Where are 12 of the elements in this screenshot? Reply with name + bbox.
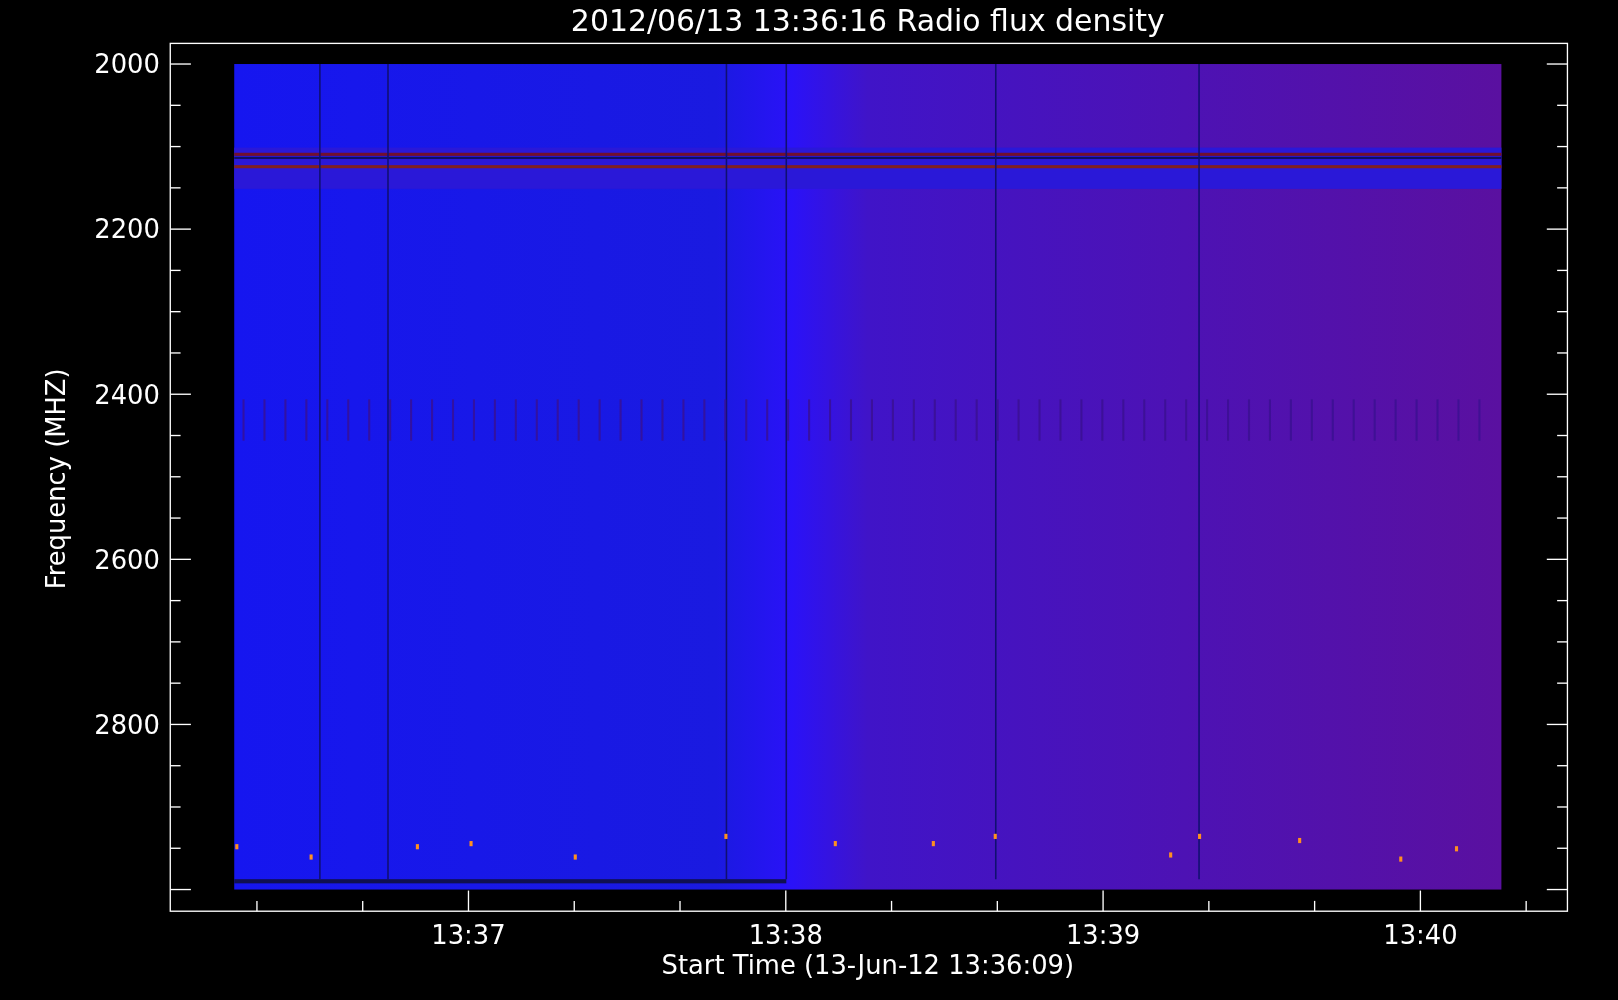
x-tick-label: 13:39 [1065,920,1141,951]
y-tick-label: 2400 [94,379,160,410]
chart-title: 2012/06/13 13:36:16 Radio flux density [570,3,1165,38]
y-tick-label: 2200 [94,214,160,245]
y-tick-label: 2000 [94,49,160,80]
x-tick-label: 13:37 [431,920,506,951]
x-axis-title: Start Time (13-Jun-12 13:36:09) [661,950,1075,981]
y-tick-label: 2600 [94,544,160,575]
x-tick-label: 13:40 [1383,920,1458,951]
y-axis-title: Frequency (MHZ) [41,368,71,590]
x-tick-label: 13:38 [748,920,823,951]
y-tick-label: 2800 [94,709,160,740]
